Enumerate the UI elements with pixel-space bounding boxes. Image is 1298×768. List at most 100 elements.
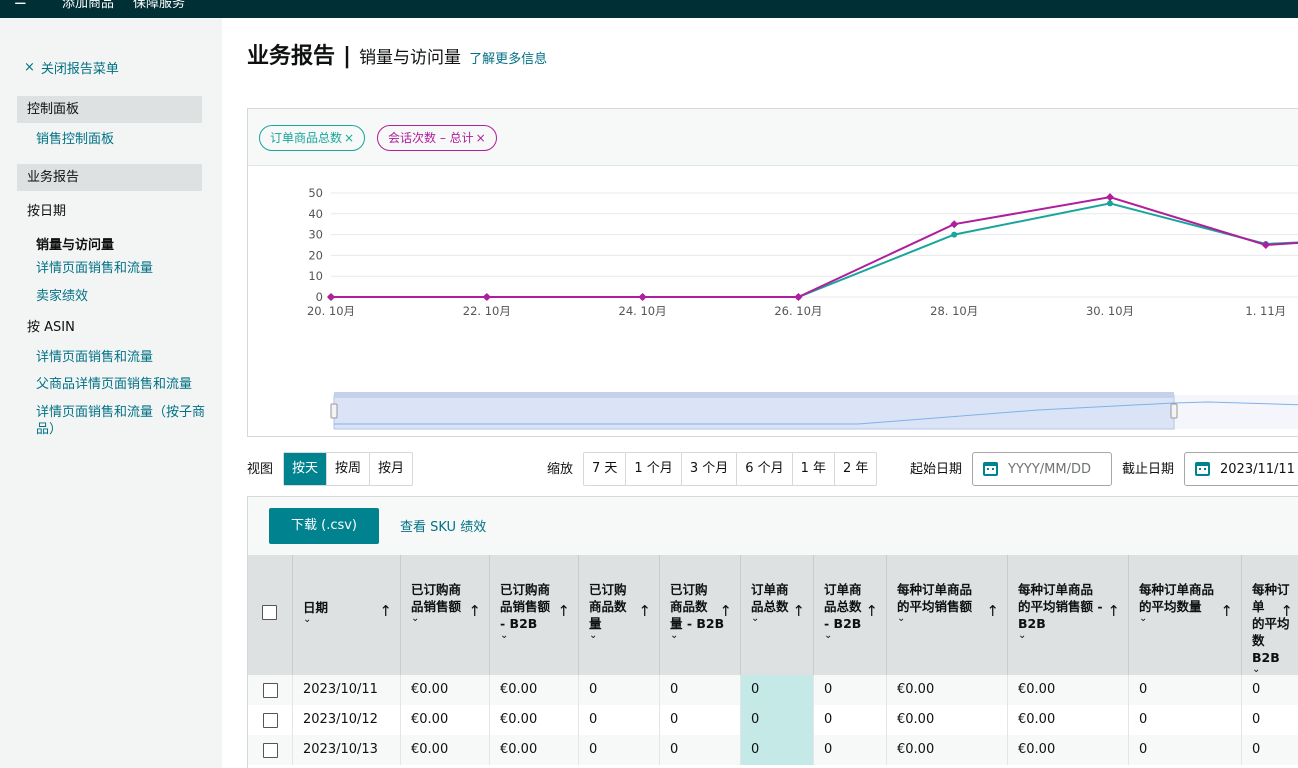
sidebar-item-seller-performance[interactable]: 卖家绩效 [36,288,88,305]
calendar-icon[interactable] [983,462,998,476]
remove-chip-icon[interactable]: × [476,131,486,145]
metric-chip-sessions[interactable]: 会话次数 – 总计 × [377,125,497,151]
column-header[interactable]: 每种订单商品 的平均销售额 - B2B ⌄ ↑ [1008,555,1129,675]
nav-tab-protection[interactable]: 保障服务 [133,0,185,11]
zoom-option-1m[interactable]: 1 个月 [626,453,682,485]
sort-arrow-icon[interactable]: ↑ [792,603,805,620]
table-cell: €0.00 [401,705,490,735]
sidebar-item-sales-dashboard[interactable]: 销售控制面板 [36,131,114,148]
column-header[interactable]: 日期 ⌄ ↑ [293,555,401,675]
zoom-option-7d[interactable]: 7 天 [584,453,627,485]
column-header[interactable]: 订单商 品总数 ⌄ ↑ [741,555,814,675]
start-date-input[interactable]: YYYY/MM/DD [972,452,1112,486]
column-header[interactable]: 已订购 商品数量 ⌄ ↑ [579,555,660,675]
view-selector: 按天 按周 按月 [283,452,414,486]
sidebar-item-sales-traffic[interactable]: 销量与访问量 [36,234,114,253]
column-header[interactable]: 订单商 品总数 - B2B ⌄ ↑ [814,555,887,675]
chevron-down-icon[interactable]: ⌄ [1018,631,1118,641]
metric-chip-ordered-units[interactable]: 订单商品总数 × [259,125,366,151]
row-select-cell [248,735,293,765]
chevron-down-icon[interactable]: ⌄ [670,631,730,641]
sort-arrow-icon[interactable]: ↑ [1107,603,1120,620]
table-cell: 0 [1129,675,1242,705]
sort-arrow-icon[interactable]: ↑ [1220,603,1233,620]
table-cell: €0.00 [1008,735,1129,765]
column-header[interactable]: 已订购 商品数量 - B2B ⌄ ↑ [660,555,741,675]
row-checkbox[interactable] [262,742,278,758]
table-cell: €0.00 [490,735,579,765]
sales-traffic-chart[interactable]: 0 10 20 30 40 50 20. 10月 22. 10月 24. 10月 26. 10月 2… [248,167,1298,437]
sidebar-item-detail-page-sales[interactable]: 详情页面销售和流量 [36,260,153,277]
column-header[interactable]: 已订购商 品销售额 ⌄ ↑ [401,555,490,675]
view-option-month[interactable]: 按月 [370,453,412,485]
navigator-handle-left [330,403,338,419]
download-csv-button[interactable]: 下载 (.csv) [269,508,379,544]
y-tick-label: 30 [308,228,323,242]
data-point [950,220,959,229]
chevron-down-icon[interactable]: ⌄ [897,614,997,624]
metric-chip-row: 订单商品总数 × 会话次数 – 总计 × [248,109,1298,166]
sort-arrow-icon[interactable]: ↑ [865,603,878,620]
learn-more-link[interactable]: 了解更多信息 [469,48,547,67]
sort-arrow-icon[interactable]: ↑ [557,603,570,620]
chevron-down-icon[interactable]: ⌄ [1139,614,1231,624]
column-header[interactable]: 每种订单 的平均数 B2B ⌄ ↑ [1242,555,1298,675]
chevron-down-icon[interactable]: ⌄ [500,631,568,641]
x-tick-label: 26. 10月 [774,304,822,318]
sort-arrow-icon[interactable]: ↑ [638,603,651,620]
x-tick-label: 28. 10月 [930,304,978,318]
calendar-icon[interactable] [1195,462,1210,476]
data-point [1107,200,1113,207]
sidebar-group-by-date: 按日期 [27,204,67,219]
table-cell: €0.00 [490,675,579,705]
nav-tab-add-product[interactable]: 添加商品 [62,0,114,11]
sort-arrow-icon[interactable]: ↑ [1280,603,1293,620]
close-icon: × [24,60,35,75]
table-row: 2023/10/13 €0.00 €0.00 0 0 0 0 €0.00 €0.00 0 0 [248,735,1298,765]
table-cell: €0.00 [401,675,490,705]
metric-chip-label: 订单商品总数 [270,131,343,145]
column-header[interactable]: 已订购商 品销售额 - B2B ⌄ ↑ [490,555,579,675]
column-header-label: 每种订单商品 [1139,582,1215,597]
zoom-option-6m[interactable]: 6 个月 [737,453,793,485]
table-cell: 0 [1129,705,1242,735]
navigator-scrollbar [334,392,1174,398]
table-row: 2023/10/12 €0.00 €0.00 0 0 0 0 €0.00 €0.00 0 0 [248,705,1298,735]
view-option-day[interactable]: 按天 [284,453,328,485]
sort-arrow-icon[interactable]: ↑ [468,603,481,620]
row-checkbox[interactable] [262,682,278,698]
sidebar-item-asin-detail-page[interactable]: 详情页面销售和流量 [36,349,153,366]
menu-icon[interactable]: ☰ [14,0,27,8]
zoom-option-3m[interactable]: 3 个月 [682,453,738,485]
column-header[interactable]: 每种订单商品 的平均销售额 ⌄ ↑ [887,555,1008,675]
y-tick-label: 10 [308,269,323,283]
close-report-menu[interactable]: × 关闭报告菜单 [24,58,119,77]
sort-arrow-icon[interactable]: ↑ [719,603,732,620]
table-cell: 0 [741,705,814,735]
row-select-cell [248,705,293,735]
chevron-down-icon[interactable]: ⌄ [589,631,649,641]
sort-arrow-icon[interactable]: ↑ [379,603,392,620]
row-checkbox[interactable] [262,712,278,728]
chevron-down-icon[interactable]: ⌄ [1252,665,1291,675]
view-option-week[interactable]: 按周 [327,453,371,485]
chevron-down-icon[interactable]: ⌄ [303,615,390,625]
zoom-option-1y[interactable]: 1 年 [793,453,836,485]
report-sidebar: × 关闭报告菜单 控制面板 销售控制面板 业务报告 按日期 销量与访问量 详情页… [0,18,222,768]
remove-chip-icon[interactable]: × [344,131,354,145]
chevron-down-icon[interactable]: ⌄ [824,631,876,641]
select-all-checkbox[interactable] [262,605,277,620]
table-cell: €0.00 [1008,675,1129,705]
x-tick-label: 24. 10月 [619,304,667,318]
select-all-cell [248,555,293,675]
table-cell: €0.00 [1008,705,1129,735]
table-cell: €0.00 [490,705,579,735]
sidebar-item-child-detail-page[interactable]: 详情页面销售和流量（按子商品） [36,404,206,438]
zoom-option-2y[interactable]: 2 年 [835,453,876,485]
view-sku-performance-link[interactable]: 查看 SKU 绩效 [400,516,486,535]
column-header[interactable]: 每种订单商品 的平均数量 ⌄ ↑ [1129,555,1242,675]
end-date-input[interactable]: 2023/11/11 [1184,452,1298,486]
sort-arrow-icon[interactable]: ↑ [986,603,999,620]
series-line [331,202,1298,298]
sidebar-item-parent-detail-page[interactable]: 父商品详情页面销售和流量 [36,376,192,393]
